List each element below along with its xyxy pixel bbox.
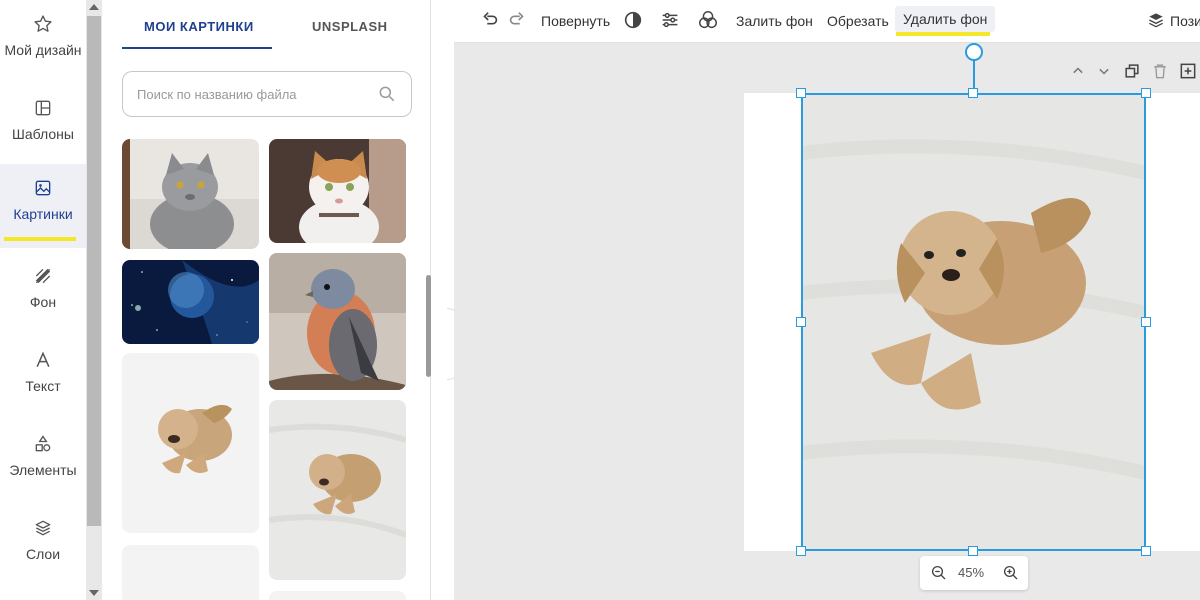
crop-button[interactable]: Обрезать	[827, 11, 889, 31]
active-tab-underline	[122, 47, 272, 49]
rail-label: Элементы	[9, 462, 77, 478]
resize-handle[interactable]	[796, 317, 806, 327]
zoom-out-icon[interactable]	[930, 564, 948, 582]
resize-handle[interactable]	[1141, 88, 1151, 98]
add-page-icon[interactable]	[1178, 61, 1198, 81]
chevron-up-icon[interactable]	[1068, 61, 1088, 81]
resize-handle[interactable]	[796, 546, 806, 556]
chevron-down-icon[interactable]	[1094, 61, 1114, 81]
elements-icon	[35, 435, 51, 452]
panel-scrollbar[interactable]	[426, 275, 431, 377]
zoom-control: 45%	[920, 556, 1028, 590]
zoom-in-icon[interactable]	[1002, 564, 1020, 582]
top-toolbar: Повернуть Залить фон Обрезать Удалить фо…	[454, 0, 1200, 43]
position-button[interactable]: Пози	[1170, 11, 1200, 31]
zoom-level: 45%	[958, 565, 985, 580]
rail-item-my-design[interactable]: Мой дизайн	[0, 0, 86, 84]
layers-icon[interactable]	[1146, 9, 1166, 31]
rail-item-elements[interactable]: Элементы	[0, 420, 86, 504]
search-box	[122, 71, 412, 117]
image-thumbnail-cat-ginger[interactable]	[269, 139, 406, 243]
background-icon	[35, 268, 51, 284]
contrast-icon[interactable]	[622, 9, 644, 31]
image-thumbnail-cat-grey[interactable]	[122, 139, 259, 249]
star-icon	[34, 15, 52, 32]
rail-label: Фон	[29, 294, 57, 310]
rail-item-text[interactable]: Текст	[0, 336, 86, 420]
scroll-up-arrow[interactable]	[89, 4, 99, 10]
panel-tabs: МОИ КАРТИНКИ UNSPLASH	[122, 0, 412, 50]
image-thumbnail-planet[interactable]	[122, 260, 259, 344]
template-icon	[35, 100, 51, 116]
resize-handle[interactable]	[1141, 317, 1151, 327]
search-icon[interactable]	[377, 84, 397, 104]
active-highlight	[896, 32, 990, 36]
adjust-sliders-icon[interactable]	[659, 9, 681, 31]
resize-handle[interactable]	[796, 88, 806, 98]
images-panel: МОИ КАРТИНКИ UNSPLASH	[104, 0, 431, 600]
rail-item-layers[interactable]: Слои	[0, 504, 86, 588]
duplicate-icon[interactable]	[1122, 61, 1142, 81]
filters-icon[interactable]	[697, 9, 719, 31]
resize-handle[interactable]	[968, 546, 978, 556]
rail-label: Шаблоны	[12, 126, 74, 142]
active-highlight	[4, 237, 76, 241]
redo-icon[interactable]	[506, 9, 528, 31]
rail-label: Картинки	[13, 206, 73, 222]
tab-unsplash[interactable]: UNSPLASH	[312, 19, 388, 34]
image-thumbnail-dog-cutout[interactable]	[122, 353, 259, 533]
rail-item-background[interactable]: Фон	[0, 252, 86, 336]
scroll-down-arrow[interactable]	[89, 590, 99, 596]
rotate-handle-icon[interactable]	[965, 43, 983, 61]
image-thumbnail-dog-photo[interactable]	[269, 400, 406, 580]
remove-background-button[interactable]: Удалить фон	[895, 6, 996, 32]
rotate-button[interactable]: Повернуть	[541, 11, 610, 31]
text-icon	[36, 351, 50, 367]
fill-background-button[interactable]: Залить фон	[736, 11, 813, 31]
image-thumbnail-bird[interactable]	[269, 253, 406, 390]
search-input[interactable]	[137, 84, 367, 104]
layers-icon	[35, 520, 51, 536]
image-thumbnail-blank[interactable]	[122, 545, 259, 600]
rail-label: Мой дизайн	[4, 42, 82, 58]
canvas-workspace[interactable]: 45%	[454, 43, 1200, 600]
rail-item-templates[interactable]: Шаблоны	[0, 84, 86, 168]
rail-label: Слои	[25, 546, 61, 562]
tab-my-images[interactable]: МОИ КАРТИНКИ	[144, 19, 254, 34]
image-thumbnail-partial[interactable]	[269, 591, 406, 600]
rail-label: Текст	[25, 378, 61, 394]
resize-handle[interactable]	[1141, 546, 1151, 556]
rail-scrollbar[interactable]	[86, 0, 102, 600]
selection-frame[interactable]	[801, 93, 1146, 551]
resize-handle[interactable]	[968, 88, 978, 98]
left-nav-rail: Мой дизайн Шаблоны Картинки Фон Текст Эл…	[0, 0, 86, 600]
scroll-thumb[interactable]	[87, 16, 101, 526]
undo-icon[interactable]	[479, 9, 501, 31]
rail-item-images[interactable]: Картинки	[0, 164, 86, 248]
trash-icon[interactable]	[1150, 61, 1170, 81]
image-icon	[35, 180, 51, 196]
